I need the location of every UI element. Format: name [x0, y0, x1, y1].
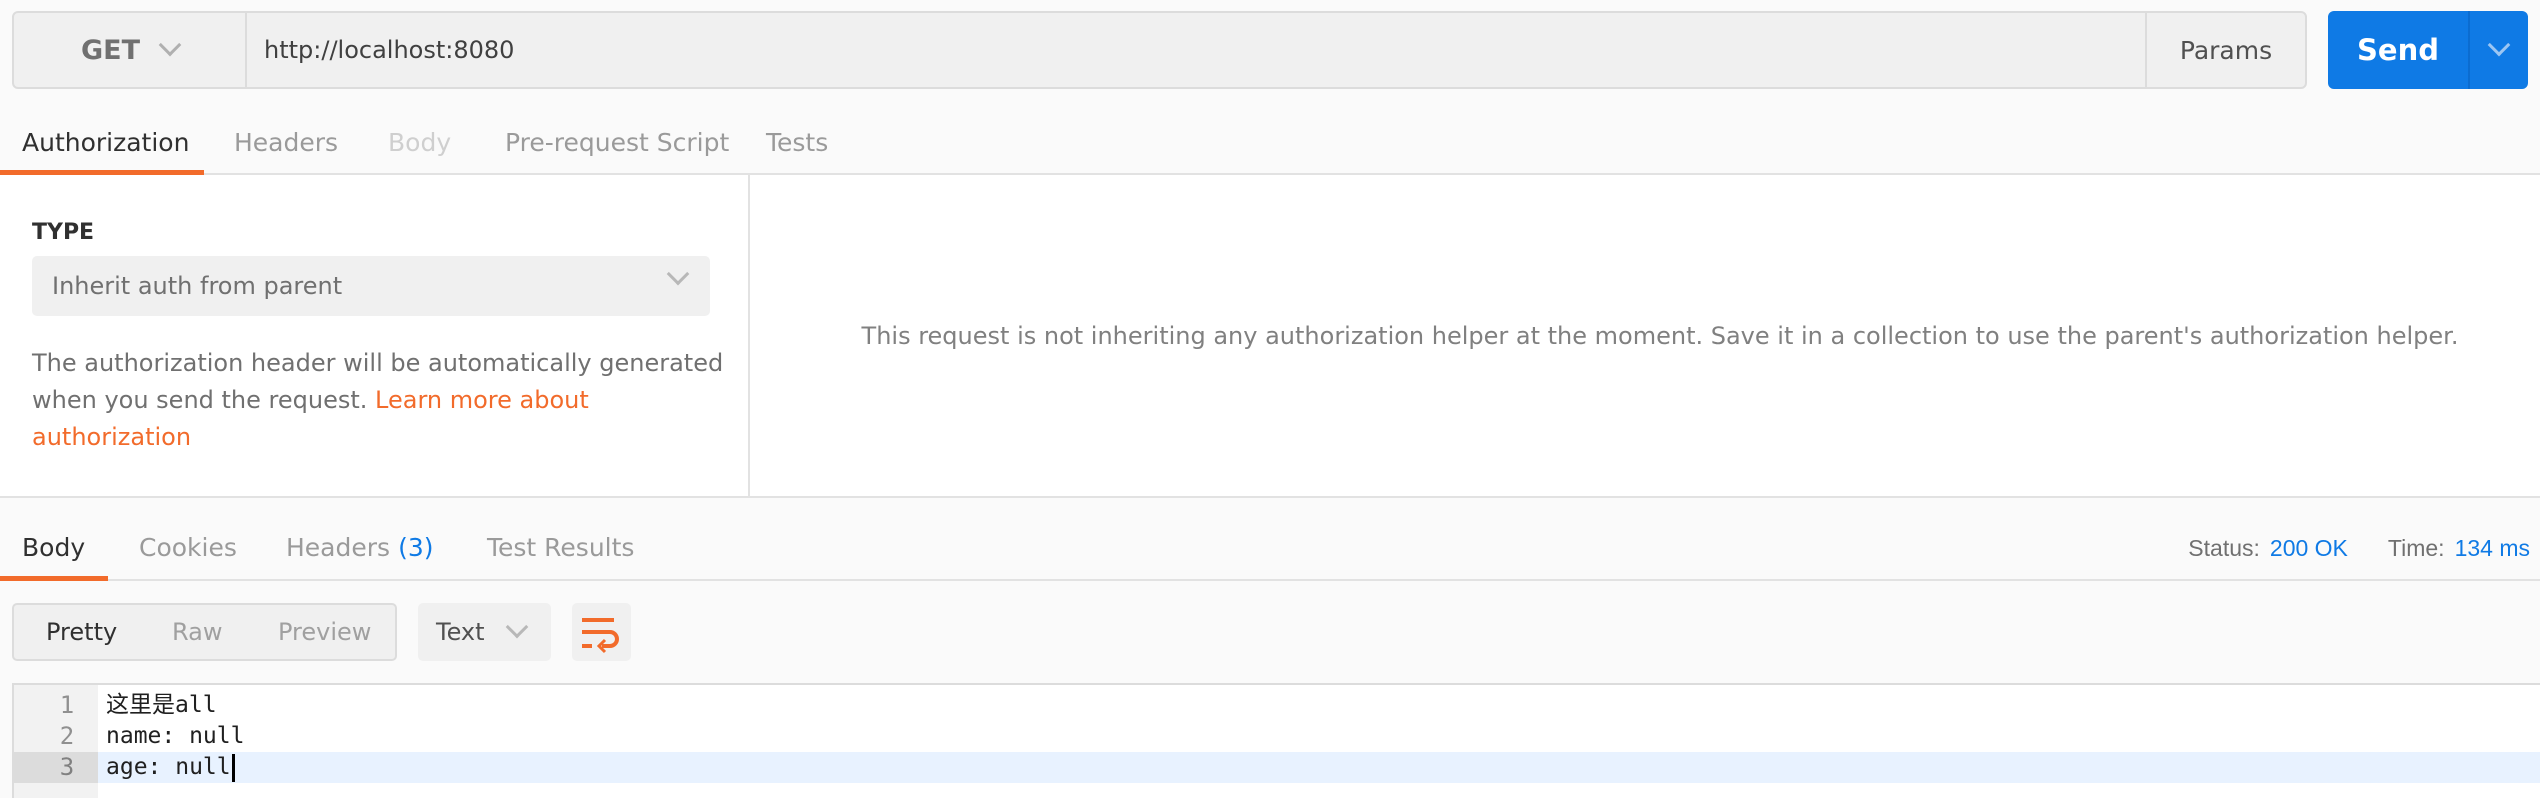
line-text: age: null [106, 754, 231, 780]
status-label: Status: [2188, 534, 2260, 561]
tab-label: Body [22, 533, 86, 562]
format-dropdown[interactable]: Text [418, 603, 551, 661]
tab-authorization[interactable]: Authorization [22, 112, 189, 173]
type-label: TYPE [32, 220, 95, 245]
format-value: Text [436, 618, 485, 646]
code-line-current: 3 age: null [14, 752, 2540, 783]
tab-label: Test Results [487, 533, 635, 562]
tab-label: Authorization [22, 128, 190, 157]
tab-label: Pre-request Script [505, 128, 730, 157]
auth-description: The authorization header will be automat… [32, 345, 732, 456]
tab-label: Cookies [139, 533, 237, 562]
params-button[interactable]: Params [2145, 13, 2305, 87]
tab-headers[interactable]: Headers [234, 112, 338, 173]
line-number: 1 [59, 691, 75, 719]
line-text-wrap: age: null [106, 752, 235, 783]
response-body-editor[interactable]: 1 这里是all 2 name: null 3 age: null [12, 683, 2540, 798]
tab-body[interactable]: Body [388, 112, 451, 173]
request-tabs: Authorization Headers Body Pre-request S… [0, 112, 2540, 175]
code-line: 2 name: null [14, 721, 2540, 752]
tab-label: Body [388, 128, 452, 157]
tab-label: Headers [286, 533, 391, 562]
tab-tests[interactable]: Tests [766, 112, 828, 173]
status-value[interactable]: 200 OK [2270, 535, 2348, 562]
text-cursor [231, 753, 235, 782]
auth-info-message: This request is not inheriting any autho… [861, 321, 2459, 350]
view-pretty-button[interactable]: Pretty [46, 605, 117, 659]
chevron-down-icon [2487, 33, 2511, 57]
tab-pre-request-script[interactable]: Pre-request Script [505, 112, 729, 173]
active-tab-underline [0, 576, 108, 581]
send-options-button[interactable] [2468, 11, 2528, 89]
auth-type-select[interactable]: Inherit auth from parent [32, 256, 710, 316]
auth-type-value: Inherit auth from parent [52, 272, 343, 300]
view-raw-button[interactable]: Raw [172, 605, 222, 659]
code-line: 1 这里是all [14, 690, 2540, 721]
chevron-down-icon [505, 615, 528, 639]
method-label: GET [80, 34, 141, 66]
wrap-lines-button[interactable] [572, 603, 631, 661]
auth-settings: TYPE Inherit auth from parent The author… [0, 175, 750, 496]
url-input[interactable] [264, 13, 2144, 87]
tab-test-results[interactable]: Test Results [487, 516, 634, 579]
line-number: 2 [59, 722, 75, 750]
wrap-lines-icon [582, 618, 619, 654]
tab-label: Tests [766, 128, 829, 157]
response-tabs: Body Cookies Headers (3) Test Results St… [0, 498, 2540, 581]
send-button-group: Send [2328, 11, 2528, 89]
line-text: name: null [106, 723, 245, 749]
tab-response-body[interactable]: Body [22, 516, 85, 579]
time-value[interactable]: 134 ms [2455, 535, 2530, 562]
tab-label: Headers [234, 128, 339, 157]
authorization-panel: TYPE Inherit auth from parent The author… [0, 175, 2540, 498]
send-button[interactable]: Send [2328, 11, 2468, 89]
view-preview-button[interactable]: Preview [278, 605, 371, 659]
response-meta: Status: 200 OK Time: 134 ms [2188, 528, 2530, 568]
line-text: 这里是all [106, 692, 217, 718]
headers-count-badge: (3) [398, 533, 434, 562]
view-mode-group: Pretty Raw Preview [12, 603, 397, 661]
line-number: 3 [14, 752, 98, 783]
chevron-down-icon [158, 33, 182, 57]
method-dropdown[interactable]: GET [14, 13, 247, 87]
tab-cookies[interactable]: Cookies [139, 516, 237, 579]
request-url-bar: GET Params [12, 11, 2307, 89]
chevron-down-icon [666, 262, 690, 286]
time-label: Time: [2387, 534, 2445, 561]
tab-response-headers[interactable]: Headers (3) [286, 516, 433, 579]
